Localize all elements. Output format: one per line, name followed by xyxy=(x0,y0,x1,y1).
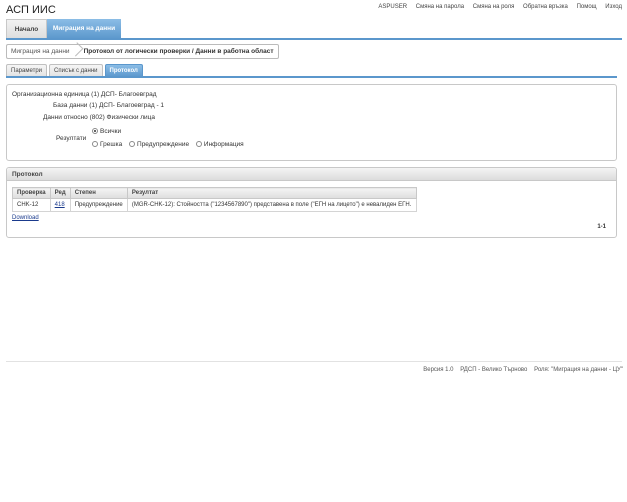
table-header-row: Проверка Ред Степен Резултат xyxy=(12,187,418,199)
radio-all[interactable] xyxy=(92,128,98,134)
breadcrumb: Миграция на данни Протокол от логически … xyxy=(6,44,279,59)
data-about-value: (802) Физически лица xyxy=(89,114,156,121)
nav-data-migration[interactable]: Миграция на данни xyxy=(47,19,121,39)
protocol-table: Проверка Ред Степен Резултат CHK-12 418 … xyxy=(12,187,418,212)
data-about-label: Данни относно xyxy=(43,114,88,121)
footer-divider xyxy=(6,361,622,362)
radio-warning-label: Предупреждение xyxy=(137,141,190,148)
breadcrumb-item-migration[interactable]: Миграция на данни xyxy=(6,44,74,59)
footer-unit: РДСП - Велико Търново xyxy=(460,367,528,373)
column-row[interactable]: Ред xyxy=(49,187,71,199)
cell-check: CHK-12 xyxy=(12,198,51,212)
row-link[interactable]: 418 xyxy=(55,202,65,208)
database-row: База данни (1) ДСП- Благоевград - 1 xyxy=(53,102,164,109)
footer-version: Версия 1.0 xyxy=(423,367,454,373)
help-link[interactable]: Помощ xyxy=(577,4,597,10)
org-unit-label: Организационна единица xyxy=(12,91,90,98)
radio-error-label: Грешка xyxy=(100,141,123,148)
nav-divider xyxy=(6,38,622,40)
footer: Версия 1.0 РДСП - Велико Търново Роля: "… xyxy=(418,367,623,373)
cell-level: Предупреждение xyxy=(69,198,128,212)
table-row: CHK-12 418 Предупреждение (MGR-CHK-12): … xyxy=(12,198,418,212)
app-title: АСП ИИС xyxy=(6,4,56,16)
org-unit-row: Организационна единица (1) ДСП- Благоевг… xyxy=(12,91,157,98)
results-option-all[interactable]: Всички xyxy=(92,128,121,135)
column-result[interactable]: Резултат xyxy=(126,187,418,199)
radio-info[interactable] xyxy=(195,141,202,147)
results-option-info[interactable]: Информация xyxy=(195,141,244,148)
footer-role: Роля: "Миграция на данни - ЦУ" xyxy=(534,367,623,373)
protocol-panel: Протокол Проверка Ред Степен Резултат CH… xyxy=(6,167,617,238)
logout-link[interactable]: Изход xyxy=(605,4,622,10)
cell-result: (MGR-CHK-12): Стойността ("1234567890") … xyxy=(126,198,418,212)
results-options-row: Грешка Предупреждение Информация xyxy=(92,141,249,148)
radio-error[interactable] xyxy=(92,141,98,147)
user-link[interactable]: ASPUSER xyxy=(378,4,407,10)
column-check[interactable]: Проверка xyxy=(12,187,51,199)
cell-row[interactable]: 418 xyxy=(49,198,71,212)
breadcrumb-separator xyxy=(73,44,80,59)
radio-warning[interactable] xyxy=(129,141,136,147)
change-password-link[interactable]: Смяна на парола xyxy=(416,4,464,10)
nav-home[interactable]: Начало xyxy=(6,19,47,39)
radio-all-label: Всички xyxy=(100,128,122,135)
feedback-link[interactable]: Обратна връзка xyxy=(523,4,568,10)
radio-info-label: Информация xyxy=(203,141,244,148)
download-link[interactable]: Download xyxy=(12,215,39,221)
protocol-title: Протокол xyxy=(7,168,616,181)
change-role-link[interactable]: Смяна на роля xyxy=(473,4,515,10)
column-level[interactable]: Степен xyxy=(69,187,128,199)
database-label: База данни xyxy=(53,102,88,109)
data-about-row: Данни относно (802) Физически лица xyxy=(43,114,155,121)
top-links: ASPUSER Смяна на парола Смяна на роля Об… xyxy=(371,4,622,10)
main-nav: Начало Миграция на данни xyxy=(6,19,121,39)
breadcrumb-current: Протокол от логически проверки / Данни в… xyxy=(79,44,279,59)
results-label: Резултати xyxy=(56,135,87,142)
org-unit-value: (1) ДСП- Благоевград xyxy=(91,91,157,98)
pager-info: 1-1 xyxy=(597,224,606,230)
results-option-warning[interactable]: Предупреждение xyxy=(129,141,189,148)
tab-divider xyxy=(6,76,617,78)
parameters-panel: Организационна единица (1) ДСП- Благоевг… xyxy=(6,84,617,161)
results-option-error[interactable]: Грешка xyxy=(92,141,122,148)
database-value: (1) ДСП- Благоевград - 1 xyxy=(89,102,165,109)
